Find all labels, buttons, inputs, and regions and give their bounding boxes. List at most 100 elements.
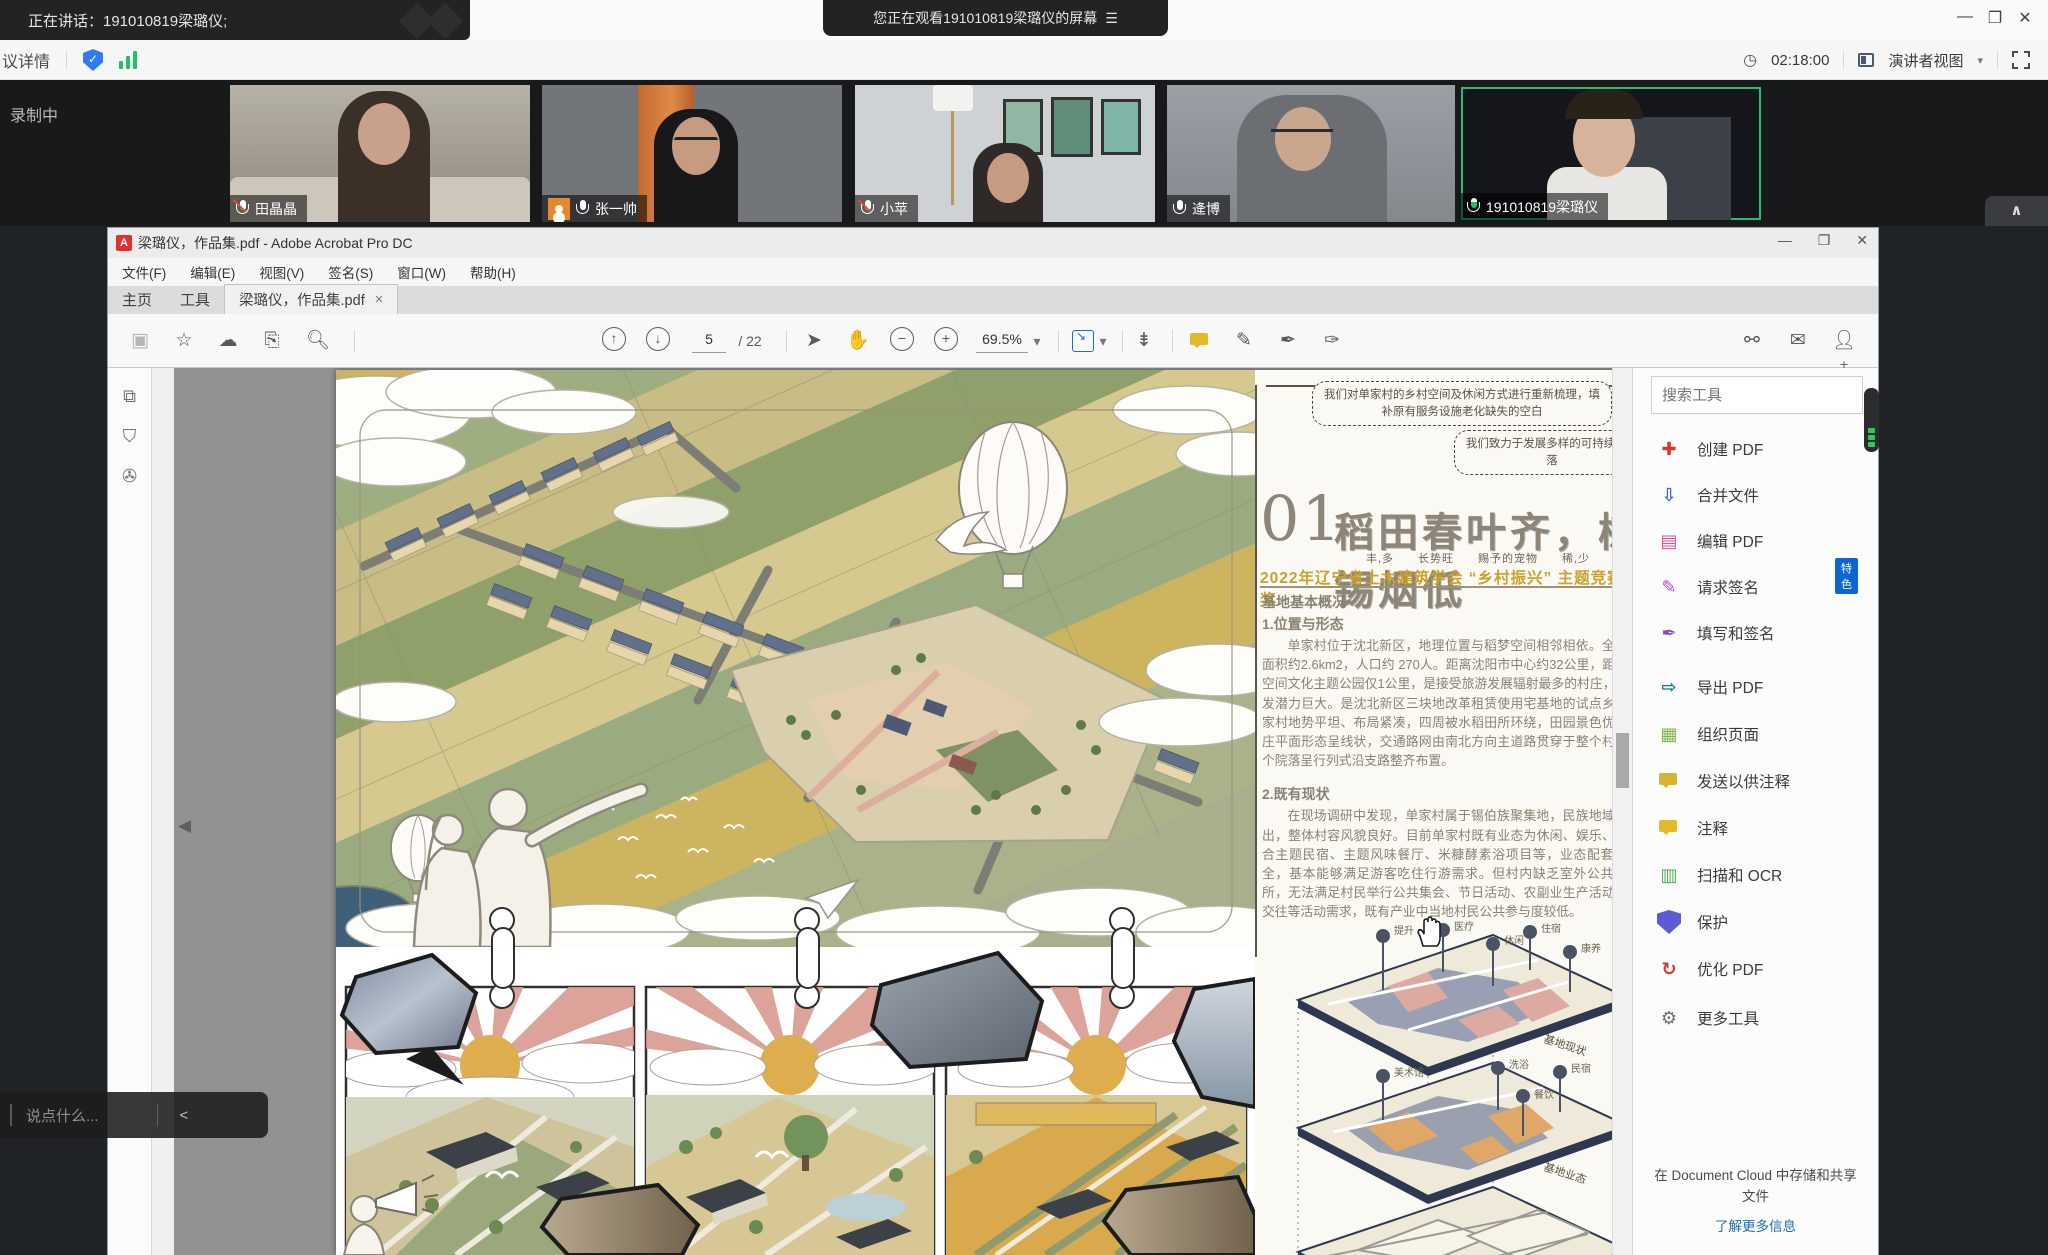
meeting-details-label[interactable]: 议详情 [2,48,50,72]
video-tile[interactable]: 张一帅 [542,85,842,222]
prev-page-arrow[interactable]: ◀ [178,816,191,836]
tool-request-signatures[interactable]: ✎请求签名特色 [1657,572,1759,602]
chevron-down-icon[interactable]: ▾ [1977,54,1983,67]
menu-view[interactable]: 视图(V) [259,262,304,282]
tab-document[interactable]: 梁璐仪，作品集.pdf × [224,284,398,314]
tools-search-input[interactable] [1651,376,1863,414]
chat-overlay[interactable]: 说点什么... < [0,1092,268,1138]
acrobat-minimize-button[interactable]: — [1778,232,1792,249]
print-icon[interactable]: ⎘ [258,327,286,355]
maximize-button[interactable]: ❐ [1980,8,2010,28]
chat-collapse-button[interactable]: < [180,1107,189,1124]
highlighter-icon[interactable]: ✎ [1230,327,1258,355]
chevron-down-icon[interactable]: ▾ [1030,327,1044,355]
search-icon[interactable]: 🔍︎ [304,327,332,355]
video-tile-active-speaker[interactable]: 191010819梁璐仪 [1461,87,1761,220]
select-cursor-icon[interactable]: ➤ [800,327,828,355]
save-icon[interactable]: ▣ [126,327,154,355]
star-icon[interactable]: ☆ [170,327,198,355]
stamp-icon[interactable]: ✑ [1318,327,1346,355]
watching-toast-menu-icon[interactable]: ☰ [1105,10,1118,27]
wall-painting [1051,97,1093,157]
document-area[interactable]: ◀ [174,368,1612,1255]
tool-export-pdf[interactable]: ⇨导出 PDF [1657,672,1763,702]
tool-label: 组织页面 [1697,723,1759,745]
tool-comment[interactable]: 注释 [1657,813,1728,843]
comment-tool-icon [1657,816,1681,840]
scroll-connector [1109,907,1137,1009]
acrobat-maximize-button[interactable]: ❐ [1818,232,1831,249]
scrollbar-thumb[interactable] [1616,733,1629,788]
tool-protect[interactable]: 保护 [1657,907,1728,937]
view-mode-label[interactable]: 演讲者视图 [1888,50,1963,71]
video-tile[interactable]: 田晶晶 [230,85,530,222]
tool-more-tools[interactable]: ⚙更多工具 [1657,1003,1759,1033]
tool-label: 创建 PDF [1697,438,1763,460]
optimize-pdf-icon: ↻ [1657,957,1681,981]
video-tile[interactable]: 小苹 [855,85,1155,222]
chat-input[interactable]: 说点什么... [26,1105,99,1126]
page-number-input[interactable]: 5 [692,331,726,353]
vertical-scrollbar[interactable] [1612,368,1632,1255]
divider [157,1104,158,1126]
chevron-down-icon[interactable]: ▾ [1096,327,1110,355]
request-signatures-icon: ✎ [1657,575,1681,599]
tool-organize-pages[interactable]: ▦组织页面 [1657,719,1759,749]
hand-tool-icon[interactable]: ✋ [844,327,872,355]
tool-send-for-comments[interactable]: 发送以供注释 [1657,766,1790,796]
tool-fill-sign[interactable]: ✒填写和签名 [1657,618,1775,648]
tool-edit-pdf[interactable]: ▤编辑 PDF [1657,526,1763,556]
menu-edit[interactable]: 编辑(E) [190,262,235,282]
bookmarks-icon[interactable]: ⛉ [119,426,141,448]
page-thumbnails-icon[interactable]: ⧉ [119,386,141,408]
menu-help[interactable]: 帮助(H) [470,262,516,282]
strip-collapse-button[interactable]: ∧ [1985,196,2048,226]
page-fit-icon[interactable] [1072,330,1094,352]
title-annotations: 丰,多 长势旺 赐予的宠物 稀,少 [1366,550,1590,566]
zoom-level-select[interactable]: 69.5% [976,331,1028,353]
axon-layers-diagram: 提升 医疗 休闲 住宿 康养 美术馆 洗浴 餐饮 民宿 基地现状 基地业态 [1288,920,1612,1255]
zoom-in-icon[interactable]: + [934,327,958,351]
tab-close-icon[interactable]: × [375,292,383,308]
create-pdf-icon: ✚ [1657,437,1681,461]
tab-tools[interactable]: 工具 [166,285,224,314]
video-tile[interactable]: 逄博 [1167,85,1455,222]
fullscreen-icon[interactable] [2012,51,2030,69]
share-link-icon[interactable]: ⚯ [1738,327,1766,355]
zoom-out-icon[interactable]: − [890,327,914,351]
clock-icon: ◷ [1743,50,1757,70]
cloud-upload-icon[interactable]: ☁ [214,327,242,355]
tool-label: 编辑 PDF [1697,530,1763,552]
learn-more-link[interactable]: 了解更多信息 [1633,1217,1878,1237]
tab-home[interactable]: 主页 [108,285,166,314]
tool-scan-ocr[interactable]: ▥扫描和 OCR [1657,860,1782,890]
tool-combine-files[interactable]: ⇩合并文件 [1657,480,1759,510]
pin-label: 餐饮 [1534,1088,1554,1101]
meeting-timer: 02:18:00 [1771,52,1829,69]
comment-icon[interactable] [1188,329,1212,353]
fill-sign-icon[interactable]: ✒ [1274,327,1302,355]
security-shield-icon[interactable]: ✓ [83,49,103,71]
email-icon[interactable]: ✉ [1784,327,1812,355]
add-person-icon[interactable]: 👤︎⁺ [1830,327,1858,355]
mic-muted-icon [861,200,874,218]
chapter-number: 01 [1260,488,1343,550]
tool-create-pdf[interactable]: ✚ 创建 PDF [1657,434,1763,464]
page-up-icon[interactable]: ↑ [602,327,626,351]
tool-optimize-pdf[interactable]: ↻优化 PDF [1657,954,1763,984]
menu-file[interactable]: 文件(F) [122,262,166,282]
menu-sign[interactable]: 签名(S) [328,262,373,282]
section2-head: 2.既有现状 [1262,784,1612,804]
menu-window[interactable]: 窗口(W) [397,262,446,282]
attachments-icon[interactable]: ✇ [119,466,141,488]
divider [1997,51,1998,69]
page-down-icon[interactable]: ↓ [646,327,670,351]
close-button[interactable]: ✕ [2010,8,2040,28]
acrobat-close-button[interactable]: ✕ [1856,232,1868,249]
tool-label: 发送以供注释 [1697,770,1790,792]
divider [354,330,355,352]
minimize-button[interactable]: — [1950,8,1980,28]
meeting-window-controls: — ❐ ✕ [1950,8,2040,28]
glasses [674,137,718,147]
scroll-mode-icon[interactable]: ⇟ [1130,327,1158,355]
